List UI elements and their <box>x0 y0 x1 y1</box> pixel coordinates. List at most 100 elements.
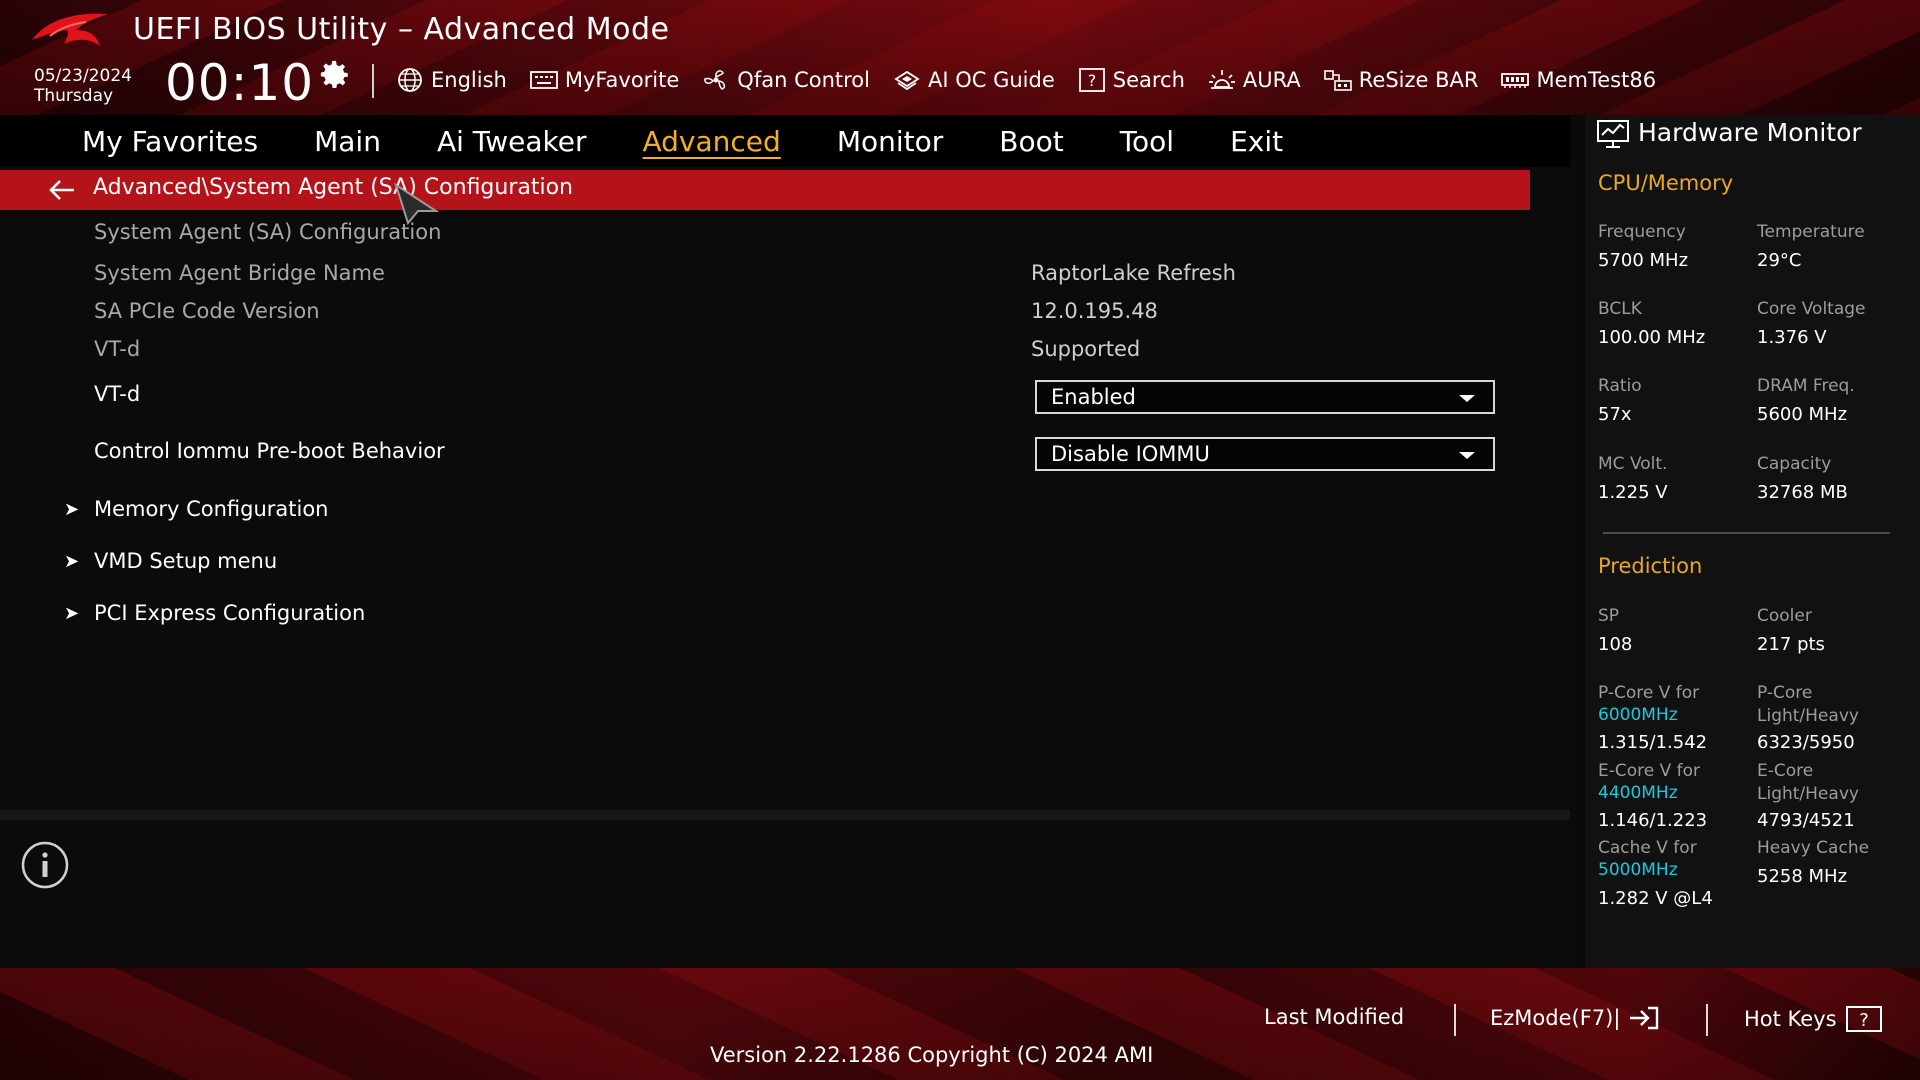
aura-label: AURA <box>1242 68 1301 92</box>
last-modified-label: Last Modified <box>1264 1005 1405 1029</box>
hw-label-core-voltage: Core Voltage <box>1757 299 1866 319</box>
chip-icon <box>894 70 920 91</box>
language-label: English <box>431 68 507 92</box>
back-arrow-icon[interactable] <box>46 174 78 206</box>
monitor-icon <box>1597 120 1629 148</box>
hw-label-dram-freq: DRAM Freq. <box>1757 376 1855 396</box>
chevron-right-icon: ➤ <box>64 602 80 624</box>
hw-label-ecore-v: E-Core V for <box>1598 761 1701 781</box>
hw-label-frequency: Frequency <box>1598 222 1686 242</box>
rog-logo-icon <box>32 13 108 46</box>
chevron-right-icon: ➤ <box>64 550 80 572</box>
hw-label-mc-volt: MC Volt. <box>1598 454 1668 474</box>
hw-label-cooler: Cooler <box>1757 606 1812 626</box>
section-heading: System Agent (SA) Configuration <box>94 220 442 244</box>
setting-label-vtd: VT-d <box>94 382 141 406</box>
ai-oc-guide-label: AI OC Guide <box>927 68 1055 92</box>
tab-advanced[interactable]: Advanced <box>643 125 781 158</box>
version-copyright: Version 2.22.1286 Copyright (C) 2024 AMI <box>710 1043 1154 1067</box>
svg-text:?: ? <box>1859 1010 1869 1031</box>
hw-freq-cache-v: 5000MHz <box>1598 860 1678 880</box>
hw-label-bclk: BCLK <box>1598 299 1642 319</box>
info-label-pcie-code-version: SA PCIe Code Version <box>94 299 320 323</box>
exit-arrow-icon <box>1630 1006 1659 1030</box>
hot-keys-button[interactable]: Hot Keys ? <box>1744 1005 1883 1033</box>
hw-label-ecore-lh-2: Light/Heavy <box>1757 784 1859 804</box>
hw-freq-pcore-v: 6000MHz <box>1598 705 1678 725</box>
hw-label-pcore-v: P-Core V for <box>1598 683 1700 703</box>
hot-keys-label: Hot Keys <box>1744 1007 1837 1031</box>
cpu-memory-heading: CPU/Memory <box>1598 171 1734 195</box>
tab-tool[interactable]: Tool <box>1120 125 1174 158</box>
hw-value-pcore-v: 1.315/1.542 <box>1598 732 1708 753</box>
myfavorite-button[interactable]: MyFavorite <box>529 67 679 93</box>
hw-value-capacity: 32768 MB <box>1757 482 1848 503</box>
aura-light-icon <box>1208 70 1235 89</box>
hw-divider <box>1603 532 1890 534</box>
ai-oc-guide-button[interactable]: AI OC Guide <box>892 67 1055 93</box>
ezmode-button[interactable]: EzMode(F7)| <box>1490 1005 1660 1031</box>
chevron-down-icon <box>1459 395 1475 402</box>
hw-value-frequency: 5700 MHz <box>1598 250 1689 271</box>
day-display: Thursday <box>34 86 114 106</box>
mouse-cursor-icon <box>394 183 440 225</box>
hw-value-mc-volt: 1.225 V <box>1598 482 1668 503</box>
hw-label-ratio: Ratio <box>1598 376 1642 396</box>
hw-label-temperature: Temperature <box>1757 222 1865 242</box>
hw-value-ratio: 57x <box>1598 404 1632 425</box>
clock-display: 00:10 <box>165 54 315 112</box>
qfan-control-button[interactable]: Qfan Control <box>701 67 870 93</box>
info-value-vtd-support: Supported <box>1031 337 1141 361</box>
info-icon <box>21 841 69 889</box>
submenu-memory-configuration[interactable]: ➤ Memory Configuration <box>64 497 329 521</box>
hw-label-sp: SP <box>1598 606 1620 626</box>
info-label-bridge-name: System Agent Bridge Name <box>94 261 385 285</box>
header-divider <box>372 64 374 98</box>
main-nav: My Favorites Main Ai Tweaker Advanced Mo… <box>0 115 1570 167</box>
submenu-vmd-setup-menu[interactable]: ➤ VMD Setup menu <box>64 549 277 573</box>
date-display: 05/23/2024 <box>34 66 132 86</box>
tab-main[interactable]: Main <box>314 125 381 158</box>
hw-value-heavy-cache: 5258 MHz <box>1757 866 1848 887</box>
last-modified-button[interactable]: Last Modified <box>1264 1005 1404 1029</box>
footer-divider <box>1454 1004 1456 1036</box>
iommu-dropdown[interactable]: Disable IOMMU <box>1035 437 1495 471</box>
memory-icon <box>1501 73 1530 88</box>
aura-button[interactable]: AURA <box>1207 67 1301 93</box>
tab-boot[interactable]: Boot <box>999 125 1063 158</box>
info-value-bridge-name: RaptorLake Refresh <box>1031 261 1236 285</box>
hw-label-cache-v: Cache V for <box>1598 838 1697 858</box>
fan-icon <box>704 70 726 90</box>
vtd-dropdown-value: Enabled <box>1051 385 1136 409</box>
info-separator <box>0 810 1570 820</box>
vtd-dropdown[interactable]: Enabled <box>1035 380 1495 414</box>
submenu-pci-express-configuration[interactable]: ➤ PCI Express Configuration <box>64 601 365 625</box>
toolbar: English MyFavorite Qfan Control AI OC Gu… <box>395 64 1656 96</box>
memtest86-label: MemTest86 <box>1536 68 1657 92</box>
tab-exit[interactable]: Exit <box>1230 125 1283 158</box>
hw-value-temperature: 29°C <box>1757 250 1802 271</box>
hw-value-pcore-lh: 6323/5950 <box>1757 732 1855 753</box>
hw-value-dram-freq: 5600 MHz <box>1757 404 1848 425</box>
tab-ai-tweaker[interactable]: Ai Tweaker <box>437 125 587 158</box>
search-button[interactable]: ? Search <box>1077 67 1185 93</box>
hw-value-ecore-v: 1.146/1.223 <box>1598 810 1708 831</box>
setting-label-iommu: Control Iommu Pre-boot Behavior <box>94 439 445 463</box>
hw-label-heavy-cache: Heavy Cache <box>1757 838 1870 858</box>
submenu-label: Memory Configuration <box>94 497 329 521</box>
memtest86-button[interactable]: MemTest86 <box>1500 67 1656 93</box>
ezmode-label: EzMode(F7)| <box>1490 1006 1621 1030</box>
svg-text:?: ? <box>1088 71 1097 90</box>
resize-bar-button[interactable]: ReSize BAR <box>1323 67 1478 93</box>
hw-value-ecore-lh: 4793/4521 <box>1757 810 1855 831</box>
tab-my-favorites[interactable]: My Favorites <box>82 125 258 158</box>
hw-value-cache-v: 1.282 V @L4 <box>1598 888 1713 909</box>
help-box-icon: ? <box>1845 1006 1882 1032</box>
gear-icon[interactable] <box>318 58 352 92</box>
iommu-dropdown-value: Disable IOMMU <box>1051 442 1210 466</box>
hardware-monitor-title: Hardware Monitor <box>1638 118 1862 147</box>
language-button[interactable]: English <box>395 67 507 93</box>
tab-monitor[interactable]: Monitor <box>837 125 943 158</box>
hw-freq-ecore-v: 4400MHz <box>1598 783 1678 803</box>
breadcrumb: Advanced\System Agent (SA) Configuration <box>93 175 574 200</box>
